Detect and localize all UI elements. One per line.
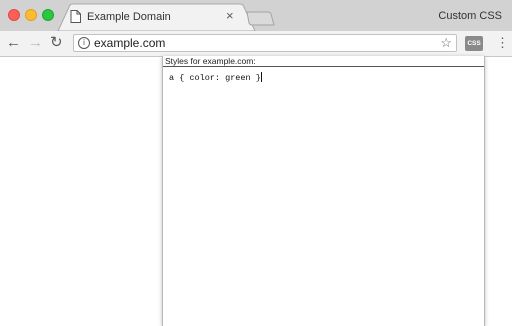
popup-header: Styles for example.com: [163, 56, 484, 67]
forward-arrow-icon[interactable]: → [28, 34, 43, 52]
tab-title: Example Domain [87, 11, 171, 23]
tab-example-domain[interactable]: Example Domain × [70, 5, 250, 30]
new-tab-button[interactable] [246, 11, 276, 26]
profile-label[interactable]: Custom CSS [438, 10, 502, 22]
page-icon [70, 10, 81, 23]
browser-toolbar: ← → ↻ i example.com ☆ CSS ⋮ [0, 31, 512, 57]
text-cursor [260, 72, 262, 82]
bookmark-star-icon[interactable]: ☆ [440, 35, 452, 51]
info-icon[interactable]: i [78, 37, 90, 49]
tab-close-icon[interactable]: × [226, 9, 234, 22]
css-editor[interactable]: a { color: green } [169, 72, 262, 83]
url-text[interactable]: example.com [94, 36, 165, 50]
back-arrow-icon[interactable]: ← [6, 34, 21, 52]
tab-strip: Example Domain × Custom CSS [0, 0, 512, 31]
menu-icon[interactable]: ⋮ [496, 36, 509, 50]
custom-css-popup: Styles for example.com: a { color: green… [162, 56, 485, 326]
css-editor-text[interactable]: a { color: green } [169, 73, 261, 83]
custom-css-extension-button[interactable]: CSS [465, 36, 483, 51]
reload-icon[interactable]: ↻ [50, 34, 63, 52]
address-bar[interactable]: i example.com ☆ [73, 34, 457, 52]
